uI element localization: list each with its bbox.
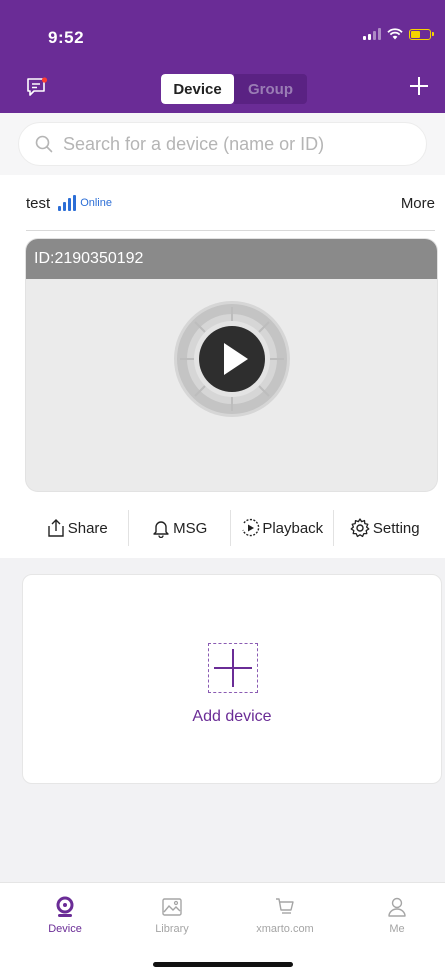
tabbar-xmarto-label: xmarto.com (256, 923, 314, 935)
person-icon (388, 897, 406, 917)
battery-icon (409, 28, 434, 40)
cellular-signal-icon (363, 28, 381, 40)
device-group-toggle: Device Group (161, 74, 307, 104)
setting-label: Setting (372, 519, 420, 537)
tabbar-me-label: Me (389, 923, 405, 935)
more-button[interactable]: More (401, 195, 435, 212)
image-icon (162, 898, 182, 916)
tabbar-library[interactable]: Library (127, 895, 217, 935)
tab-device[interactable]: Device (161, 74, 234, 104)
tabbar-device-label: Device (48, 923, 82, 935)
share-icon (48, 519, 64, 537)
status-icons (363, 28, 434, 40)
add-icon[interactable] (407, 74, 431, 98)
tab-group[interactable]: Group (234, 74, 307, 104)
divider (26, 230, 435, 231)
search-input[interactable] (63, 133, 393, 155)
search-bar (0, 113, 445, 175)
device-header-row: test Online More (26, 192, 435, 214)
tabbar-me[interactable]: Me (352, 895, 442, 935)
status-time: 9:52 (48, 28, 85, 47)
search-icon (35, 135, 53, 153)
search-field[interactable] (18, 122, 427, 166)
add-device-label: Add device (192, 708, 272, 725)
device-id: ID:2190350192 (26, 239, 437, 279)
video-preview[interactable]: ID:2190350192 (26, 239, 437, 491)
msg-button[interactable]: MSG (127, 510, 231, 546)
message-icon[interactable] (26, 77, 48, 97)
home-indicator (153, 962, 293, 967)
playback-icon (242, 518, 260, 537)
plus-icon (214, 649, 252, 687)
app-header: 9:52 Device Group (0, 0, 445, 113)
tabbar-device[interactable]: Device (20, 895, 110, 935)
tabbar-xmarto[interactable]: xmarto.com (240, 895, 330, 935)
device-signal-icon (58, 195, 77, 211)
device-icon (56, 896, 74, 917)
tabbar-library-label: Library (155, 923, 189, 935)
device-status: Online (80, 197, 112, 209)
add-device-box[interactable] (208, 643, 258, 693)
setting-button[interactable]: Setting (332, 510, 436, 546)
device-name: test (26, 194, 51, 212)
share-label: Share (67, 519, 108, 537)
cart-icon (276, 898, 294, 914)
device-actions: Share MSG Playback Setting (26, 510, 435, 546)
device-section: test Online More ID:2190350192 Share MSG… (0, 175, 445, 558)
gear-icon (350, 518, 370, 538)
bell-icon (153, 521, 169, 538)
playback-button[interactable]: Playback (230, 510, 333, 546)
play-icon[interactable] (170, 297, 294, 421)
wifi-icon (387, 28, 403, 40)
playback-label: Playback (262, 519, 324, 537)
share-button[interactable]: Share (26, 510, 128, 546)
add-device-card[interactable]: Add device (22, 574, 442, 784)
msg-label: MSG (173, 519, 208, 537)
